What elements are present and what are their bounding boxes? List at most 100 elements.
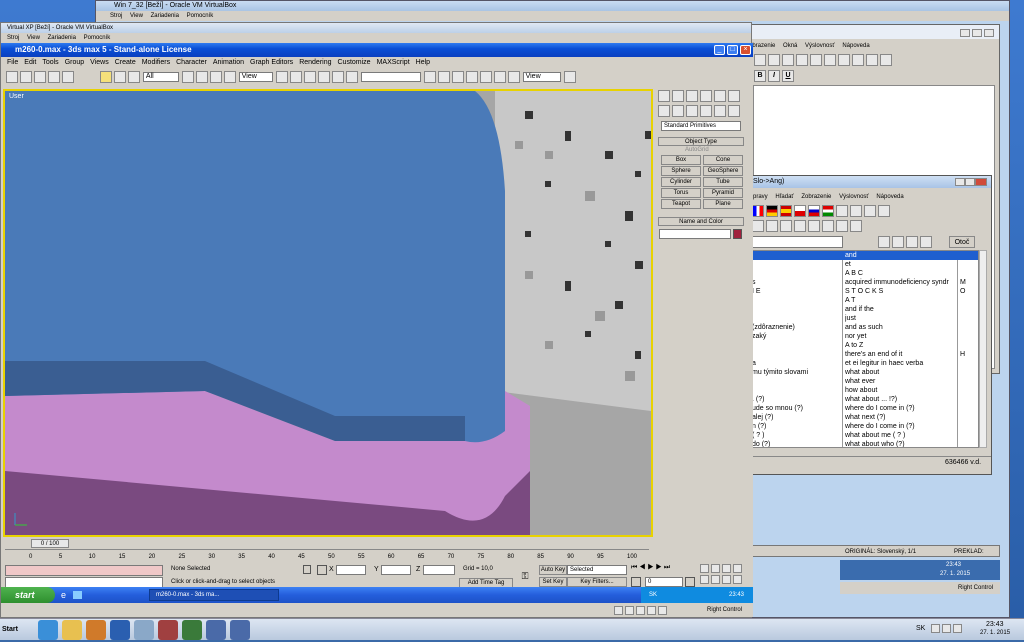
max-menu-item[interactable]: Rendering xyxy=(299,59,331,66)
primitive-button[interactable]: Cone xyxy=(703,155,743,165)
xp-start-button[interactable]: start xyxy=(1,587,55,603)
primitives-dropdown[interactable]: Standard Primitives xyxy=(661,121,741,131)
lights-icon[interactable] xyxy=(686,105,698,117)
toolbar-icon[interactable] xyxy=(880,54,892,66)
lock-icon[interactable] xyxy=(303,565,311,574)
outer-menu-stroj[interactable]: Stroj xyxy=(110,13,122,19)
dict-row[interactable]: A T xyxy=(750,296,978,305)
time-slider[interactable]: 0 / 100 xyxy=(31,539,69,548)
percent-snap-icon[interactable] xyxy=(317,71,330,83)
zoom-extents-icon[interactable] xyxy=(722,564,731,573)
max-menu-item[interactable]: Help xyxy=(416,59,430,66)
shapes-icon[interactable] xyxy=(672,105,684,117)
dict-row[interactable]: A to Z xyxy=(750,341,978,350)
pan-icon[interactable] xyxy=(711,575,720,584)
flag-icon[interactable] xyxy=(780,205,792,217)
zoom-all-icon[interactable] xyxy=(711,564,720,573)
media-player-icon[interactable] xyxy=(86,620,106,640)
max-titlebar[interactable]: m260-0.max - 3ds max 5 - Stand-alone Lic… xyxy=(1,43,753,57)
dict-row[interactable]: do (?) what about who (?) xyxy=(750,440,978,447)
dict-menu-hladat[interactable]: Hľadať xyxy=(775,194,793,200)
display-tab-icon[interactable] xyxy=(714,90,726,102)
key-mode-toggle-icon[interactable] xyxy=(631,577,641,587)
align-icon[interactable] xyxy=(437,71,450,83)
dict-row[interactable]: et xyxy=(750,260,978,269)
max-menu-item[interactable]: Character xyxy=(176,59,207,66)
current-frame-input[interactable]: 0 xyxy=(645,577,683,587)
vbox-menu-stroj[interactable]: Stroj xyxy=(7,35,19,41)
max-toggle-icon[interactable] xyxy=(733,575,742,584)
arrow-down-icon[interactable] xyxy=(766,220,778,232)
win7-lang[interactable]: SK xyxy=(916,625,925,632)
xp-task-button[interactable]: m260-0.max - 3ds ma... xyxy=(149,589,279,601)
pivot-icon[interactable] xyxy=(275,71,288,83)
virtualbox-icon[interactable] xyxy=(230,620,250,640)
toolbar-icon[interactable] xyxy=(808,220,820,232)
win7-clock[interactable]: 23:43 xyxy=(986,621,1004,628)
x-coord-input[interactable] xyxy=(336,565,366,575)
max-menu-item[interactable]: Graph Editors xyxy=(250,59,293,66)
maximize-icon[interactable] xyxy=(972,29,982,37)
minimize-icon[interactable] xyxy=(955,178,965,186)
virtualbox-icon[interactable] xyxy=(206,620,226,640)
primitive-button[interactable]: Cylinder xyxy=(661,177,701,187)
max-menu-item[interactable]: Modifiers xyxy=(142,59,170,66)
go-to-end-icon[interactable]: ⏭ xyxy=(664,564,670,571)
toolbar-icon[interactable] xyxy=(852,54,864,66)
max-menu-item[interactable]: Animation xyxy=(213,59,244,66)
viewport-label[interactable]: User xyxy=(9,93,24,100)
dict-search-input[interactable] xyxy=(751,236,843,248)
flag-icon[interactable] xyxy=(822,205,834,217)
layer-icon[interactable] xyxy=(451,71,464,83)
zoom-icon[interactable] xyxy=(700,564,709,573)
toolbar-icon[interactable] xyxy=(782,54,794,66)
bind-icon[interactable] xyxy=(62,71,74,83)
dict-row[interactable]: there's an end of it H xyxy=(750,350,978,359)
max-menu-item[interactable]: Views xyxy=(90,59,109,66)
outer-window-titlebar[interactable]: Win 7_32 [Beží] - Oracle VM VirtualBox xyxy=(96,1,1009,11)
region-select-icon[interactable] xyxy=(127,71,140,83)
toolbar-icon[interactable] xyxy=(768,54,780,66)
toolbar-icon[interactable] xyxy=(866,54,878,66)
maximize-icon[interactable]: □ xyxy=(727,45,738,55)
mouse-icon[interactable] xyxy=(658,605,667,615)
named-selection-icon[interactable] xyxy=(345,71,358,83)
primitive-button[interactable]: Box xyxy=(661,155,701,165)
max-menu-item[interactable]: File xyxy=(7,59,18,66)
document-icon[interactable] xyxy=(134,620,154,640)
primitive-button[interactable]: Tube xyxy=(703,177,743,187)
dict-row[interactable]: ( ? ) what about me ( ? ) xyxy=(750,431,978,440)
xp-lang[interactable]: SK xyxy=(649,587,657,603)
minimize-icon[interactable] xyxy=(960,29,970,37)
track-bar[interactable]: 0 5 10 15 20 25 30 35 40 45 50 55 60 65 70 75 80 85 90 95 10… xyxy=(5,549,649,563)
render-icon[interactable] xyxy=(507,71,520,83)
toolbar-icon[interactable] xyxy=(754,54,766,66)
close-icon[interactable] xyxy=(975,178,987,186)
dict-menu-upravy[interactable]: pravy xyxy=(753,194,768,200)
utilities-tab-icon[interactable] xyxy=(728,90,740,102)
tray-icon[interactable] xyxy=(931,624,940,633)
vbox-menu-pomocnik[interactable]: Pomocník xyxy=(84,35,111,41)
redo-icon[interactable] xyxy=(20,71,32,83)
max-menu-item[interactable]: Group xyxy=(65,59,84,66)
dict-row[interactable]: A B C xyxy=(750,269,978,278)
create-tab-icon[interactable] xyxy=(658,90,670,102)
zoom-extents-all-icon[interactable] xyxy=(733,564,742,573)
vbox-titlebar[interactable]: Virtual XP [Beží] - Oracle VM VirtualBox xyxy=(1,23,751,33)
z-coord-input[interactable] xyxy=(423,565,455,575)
dict-row[interactable]: just xyxy=(750,314,978,323)
toolbar-icon[interactable] xyxy=(864,205,876,217)
unlink-icon[interactable] xyxy=(48,71,60,83)
dict-find-button[interactable]: Otoč xyxy=(949,236,975,248)
flag-icon[interactable] xyxy=(794,205,806,217)
dict-scrollbar[interactable] xyxy=(979,250,987,448)
viewport[interactable]: User xyxy=(3,89,653,537)
teapot-icon[interactable] xyxy=(563,71,576,83)
primitive-button[interactable]: Plane xyxy=(703,199,743,209)
material-editor-icon[interactable] xyxy=(493,71,506,83)
dict-row[interactable]: mu týmito slovami what about xyxy=(750,368,978,377)
flag-icon[interactable] xyxy=(808,205,820,217)
dict-menu-napoveda[interactable]: Nápoveda xyxy=(876,194,903,200)
dict-row[interactable]: alej (?) what next (?) xyxy=(750,413,978,422)
reference-coord-dropdown[interactable]: View xyxy=(238,72,273,82)
